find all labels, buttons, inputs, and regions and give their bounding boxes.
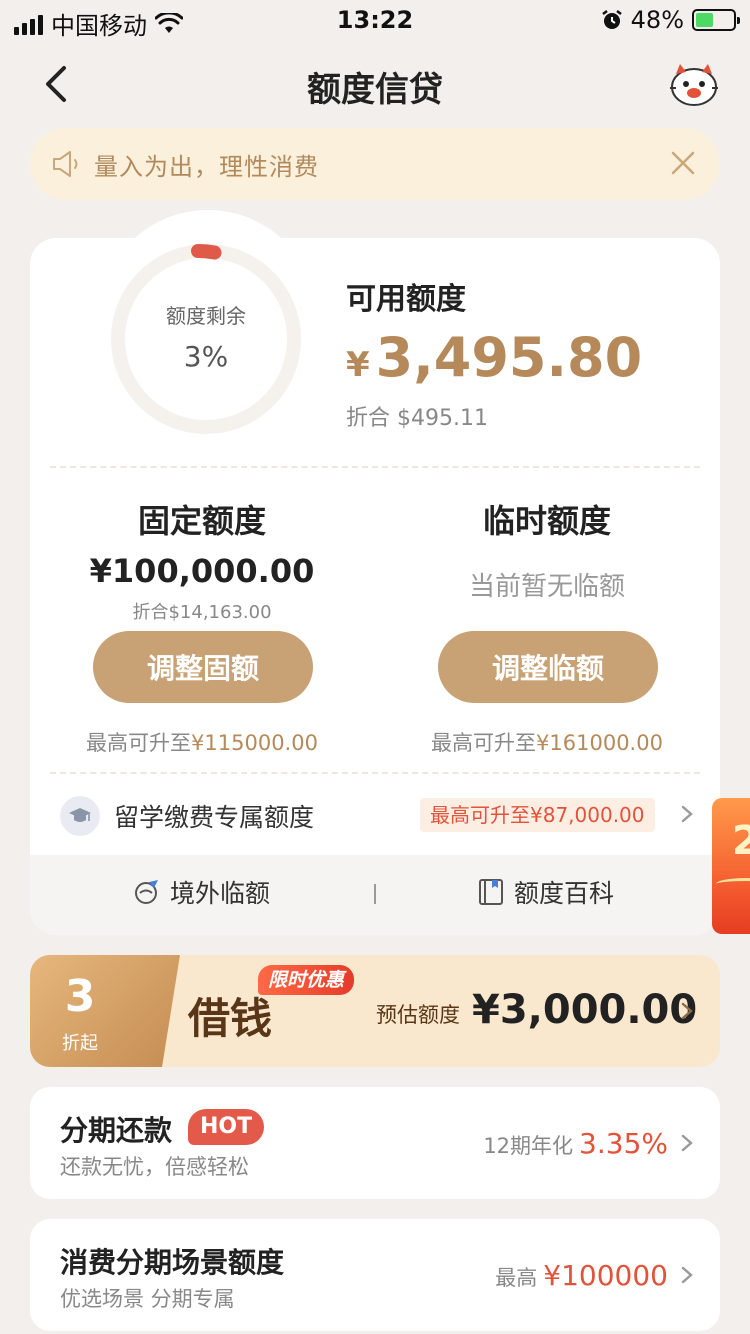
status-right: 48%	[601, 6, 740, 34]
fixed-quota-converted: 折合$14,163.00	[132, 602, 272, 623]
floating-promo-text: 2	[732, 818, 750, 864]
scene-max: 最高 ¥100000	[495, 1259, 668, 1292]
hot-badge: HOT	[188, 1109, 265, 1145]
battery-icon	[692, 9, 740, 31]
divider	[374, 884, 376, 904]
installment-rate-value: 3.35%	[579, 1127, 668, 1160]
close-icon[interactable]	[668, 148, 698, 178]
fixed-quota-title: 固定额度	[137, 502, 266, 540]
floating-promo-widget[interactable]: 2	[712, 798, 750, 934]
available-label: 可用额度	[346, 282, 466, 317]
installment-title: 分期还款	[60, 1114, 173, 1147]
available-amount-value: 3,495.80	[375, 326, 643, 389]
temp-quota-title: 临时额度	[482, 502, 611, 540]
divider	[50, 466, 700, 468]
scene-max-value: ¥100000	[543, 1259, 668, 1292]
ring-value: 3%	[183, 340, 229, 373]
adjust-temp-button[interactable]: 调整临额	[438, 631, 658, 703]
scene-max-label: 最高	[495, 1266, 538, 1290]
chevron-right-icon	[681, 1134, 693, 1152]
fixed-max-prefix: 最高可升至	[86, 731, 192, 755]
installment-rate: 12期年化 3.35%	[483, 1127, 668, 1160]
status-bar: 中国移动 13:22 48%	[0, 0, 750, 40]
floating-promo-swoosh	[716, 878, 750, 890]
study-abroad-badge: 最高可升至¥87,000.00	[420, 798, 655, 832]
adjust-fixed-button[interactable]: 调整固额	[93, 631, 313, 703]
chevron-right-icon	[681, 1266, 693, 1284]
borrow-banner[interactable]: 3 折起 借钱 限时优惠 预估额度 ¥3,000.00	[30, 955, 720, 1067]
ring-label: 额度剩余	[166, 304, 246, 328]
scene-subtitle: 优选场景 分期专属	[60, 1287, 235, 1311]
quota-wiki-link[interactable]: 额度百科	[478, 874, 614, 910]
limited-offer-tag: 限时优惠	[258, 965, 355, 995]
estimated-value: ¥3,000.00	[472, 987, 698, 1033]
overseas-temp-link[interactable]: 境外临额	[132, 874, 270, 910]
graduation-cap-icon	[60, 796, 100, 836]
chevron-right-icon	[681, 1002, 693, 1020]
quota-wiki-label: 额度百科	[514, 879, 615, 908]
estimated-label: 预估额度	[376, 1003, 460, 1027]
installment-subtitle: 还款无忧，倍感轻松	[60, 1155, 249, 1179]
available-converted: 折合 $495.11	[346, 406, 488, 431]
overseas-temp-label: 境外临额	[170, 879, 271, 908]
quota-ring	[111, 244, 301, 434]
temp-max-value: ¥161000.00	[536, 731, 663, 755]
available-currency: ¥	[346, 345, 370, 385]
discount-block: 3 折起	[30, 955, 180, 1067]
mascot-avatar-icon[interactable]	[668, 60, 720, 108]
notice-text: 量入为出，理性消费	[94, 152, 319, 181]
consumer-scene-quota-row[interactable]: 消费分期场景额度 优选场景 分期专属 最高 ¥100000	[30, 1219, 720, 1331]
fixed-quota-amount: ¥100,000.00	[89, 552, 315, 590]
discount-number: 3	[64, 971, 96, 1022]
alarm-icon	[601, 10, 622, 29]
nav-bar: 额度信贷	[0, 40, 750, 128]
globe-plane-icon	[135, 880, 158, 904]
available-amount: ¥3,495.80	[346, 326, 642, 389]
discount-unit: 折起	[62, 1033, 98, 1054]
installment-repay-row[interactable]: 分期还款 HOT 还款无忧，倍感轻松 12期年化 3.35%	[30, 1087, 720, 1199]
temp-quota-empty: 当前暂无临额	[468, 572, 625, 602]
page-title: 额度信贷	[307, 70, 443, 110]
scene-title: 消费分期场景额度	[60, 1246, 285, 1279]
study-abroad-row[interactable]: 留学缴费专属额度 最高可升至¥87,000.00	[30, 770, 720, 856]
battery-percent: 48%	[630, 6, 684, 34]
fixed-max-value: ¥115000.00	[191, 731, 318, 755]
temp-max-prefix: 最高可升至	[431, 731, 537, 755]
notice-banner: 量入为出，理性消费	[30, 128, 720, 200]
chevron-right-icon	[681, 805, 693, 823]
speaker-icon	[53, 151, 78, 177]
temp-max: 最高可升至¥161000.00	[387, 727, 707, 757]
book-icon	[479, 879, 503, 905]
study-abroad-label: 留学缴费专属额度	[114, 803, 315, 832]
fixed-max: 最高可升至¥115000.00	[42, 727, 362, 757]
installment-rate-label: 12期年化	[483, 1134, 574, 1158]
